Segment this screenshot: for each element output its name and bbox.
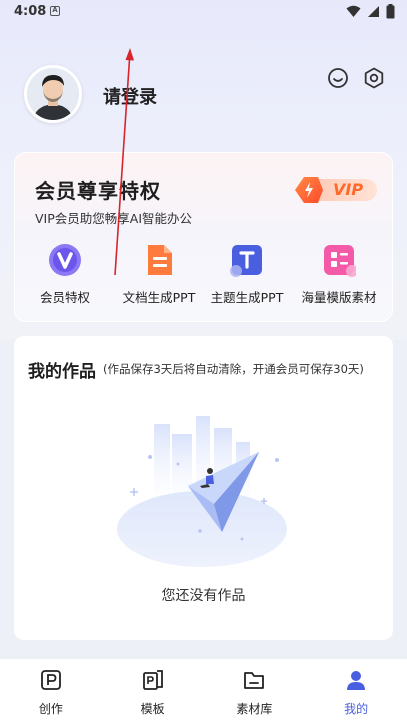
settings-gear-icon[interactable] (362, 66, 386, 90)
document-icon (142, 243, 176, 277)
status-bar: 4:08 A (0, 0, 407, 26)
avatar[interactable] (24, 65, 82, 123)
template-grid-icon (322, 243, 358, 277)
feature-theme-to-ppt[interactable]: 主题生成PPT (205, 243, 289, 306)
works-title: 我的作品 (28, 362, 96, 382)
theme-t-icon (230, 243, 264, 277)
feature-label: 文档生成PPT (122, 290, 196, 305)
status-right-icons (346, 4, 395, 19)
wifi-icon (346, 5, 361, 17)
status-time: 4:08 (14, 4, 47, 19)
feature-vip-privilege[interactable]: 会员特权 (33, 243, 97, 306)
feature-label: 会员特权 (39, 290, 90, 305)
nav-label: 我的 (344, 702, 369, 716)
feature-template-materials[interactable]: 海量模版素材 (297, 243, 381, 306)
nav-label: 模板 (140, 702, 165, 716)
vip-subtitle: VIP会员助您畅享AI智能办公 (35, 211, 193, 226)
nav-label: 素材库 (236, 702, 273, 716)
empty-state-text: 您还没有作品 (161, 588, 246, 604)
works-note: (作品保存3天后将自动清除，开通会员可保存30天) (103, 362, 364, 376)
battery-icon (386, 4, 395, 19)
my-works-card: 我的作品 (作品保存3天后将自动清除，开通会员可保存30天) 您还没有作品 (14, 336, 393, 640)
customer-service-icon[interactable] (326, 66, 350, 90)
feature-label: 主题生成PPT (210, 290, 284, 305)
notification-icon: A (50, 6, 60, 16)
vip-title: 会员尊享特权 (35, 179, 161, 203)
signal-icon (368, 6, 379, 17)
empty-state-illustration (117, 416, 287, 567)
feature-label: 海量模版素材 (301, 290, 377, 305)
vip-badge-text: VIP (333, 180, 364, 199)
feature-doc-to-ppt[interactable]: 文档生成PPT (117, 243, 201, 306)
vip-v-icon (48, 243, 82, 277)
bottom-nav: 创作 模板 素材库 我的 (0, 658, 407, 723)
vip-card[interactable]: 会员尊享特权 VIP会员助您畅享AI智能办公 VIP 会员特权 文档生成PPT … (14, 152, 393, 322)
nav-item-create[interactable]: 创作 (0, 659, 102, 723)
nav-item-template[interactable]: 模板 (102, 659, 204, 723)
template-icon (142, 670, 163, 690)
login-link[interactable]: 请登录 (103, 83, 157, 109)
nav-item-mine[interactable]: 我的 (305, 659, 407, 723)
nav-item-materials[interactable]: 素材库 (204, 659, 306, 723)
create-p-icon (40, 670, 61, 690)
folder-icon (244, 672, 265, 689)
person-icon (347, 671, 366, 690)
user-avatar-icon (27, 68, 79, 120)
nav-label: 创作 (38, 702, 63, 716)
